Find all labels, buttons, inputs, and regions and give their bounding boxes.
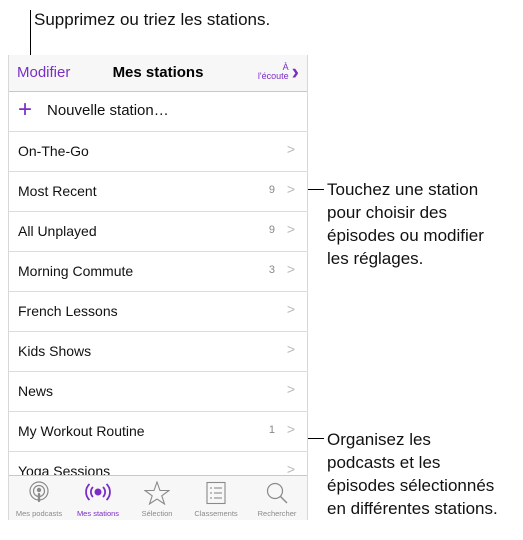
plus-icon: + <box>18 96 33 123</box>
station-label: French Lessons <box>18 303 118 319</box>
callout-right2-line4: en différentes stations. <box>327 499 498 518</box>
edit-button[interactable]: Modifier <box>17 64 70 81</box>
callout-right2: Organisez les podcasts et les épisodes s… <box>327 428 498 520</box>
episode-count-badge: 9 <box>268 184 275 196</box>
star-icon <box>144 481 170 505</box>
station-label: Kids Shows <box>18 343 92 359</box>
chevron-right-icon: > <box>286 141 295 157</box>
station-label: On-The-Go <box>18 143 89 159</box>
station-label: Morning Commute <box>18 263 134 279</box>
chevron-right-icon: › <box>291 59 299 84</box>
new-station-label: Nouvelle station… <box>47 102 169 119</box>
station-label: Most Recent <box>18 183 97 199</box>
chevron-right-icon: > <box>286 261 295 277</box>
tab-mes-stations[interactable]: Mes stations <box>68 476 128 520</box>
station-row[interactable]: News > <box>9 372 307 412</box>
callout-right1: Touchez une station pour choisir des épi… <box>327 178 484 270</box>
chevron-right-icon: > <box>286 301 295 317</box>
station-row[interactable]: On-The-Go > <box>9 132 307 172</box>
now-playing-label: À l'écoute <box>258 63 289 81</box>
callout-right1-line2: pour choisir des <box>327 203 448 222</box>
station-label: News <box>18 383 54 399</box>
chevron-right-icon: > <box>286 341 295 357</box>
chevron-right-icon: > <box>286 181 295 197</box>
callout-right2-line1: Organisez les <box>327 430 431 449</box>
list-icon <box>206 481 226 505</box>
station-row[interactable]: Most Recent 9 > <box>9 172 307 212</box>
new-station-row[interactable]: + Nouvelle station… <box>9 92 307 132</box>
callout-right2-line2: podcasts et les <box>327 453 441 472</box>
station-row[interactable]: Kids Shows > <box>9 332 307 372</box>
station-row[interactable]: Morning Commute 3 > <box>9 252 307 292</box>
episode-count-badge: 3 <box>268 264 275 276</box>
callout-right1-line4: les réglages. <box>327 249 424 268</box>
tab-bar: Mes podcasts Mes stations Sélection Clas… <box>9 475 307 520</box>
callout-top-line <box>30 10 31 60</box>
episode-count-badge: 9 <box>268 224 275 236</box>
station-row[interactable]: My Workout Routine 1 > <box>9 412 307 452</box>
tab-label: Rechercher <box>257 509 297 518</box>
stations-icon <box>85 483 111 501</box>
tab-selection[interactable]: Sélection <box>127 476 187 520</box>
now-playing-label-line2: l'écoute <box>257 71 289 81</box>
tab-mes-podcasts[interactable]: Mes podcasts <box>9 476 69 520</box>
tab-classements[interactable]: Classements <box>186 476 246 520</box>
callout-right1-line3: épisodes ou modifier <box>327 226 484 245</box>
station-label: My Workout Routine <box>18 423 145 439</box>
phone-screen: Mes stations Modifier À l'écoute › + Nou… <box>8 55 308 520</box>
station-row[interactable]: French Lessons > <box>9 292 307 332</box>
chevron-right-icon: > <box>286 221 295 237</box>
callout-right1-line1: Touchez une station <box>327 180 479 199</box>
now-playing-button[interactable]: À l'écoute › <box>258 61 299 83</box>
search-icon <box>266 482 288 504</box>
episode-count-badge: 1 <box>268 424 275 436</box>
callout-top: Supprimez ou triez les stations. <box>34 10 271 29</box>
chevron-right-icon: > <box>286 381 295 397</box>
nav-bar: Mes stations Modifier À l'écoute › <box>9 55 307 92</box>
podcast-icon <box>29 481 49 502</box>
station-label: All Unplayed <box>18 223 97 239</box>
callout-right2-line3: épisodes sélectionnés <box>327 476 495 495</box>
station-row[interactable]: All Unplayed 9 > <box>9 212 307 252</box>
chevron-right-icon: > <box>286 421 295 437</box>
tab-rechercher[interactable]: Rechercher <box>247 476 307 520</box>
